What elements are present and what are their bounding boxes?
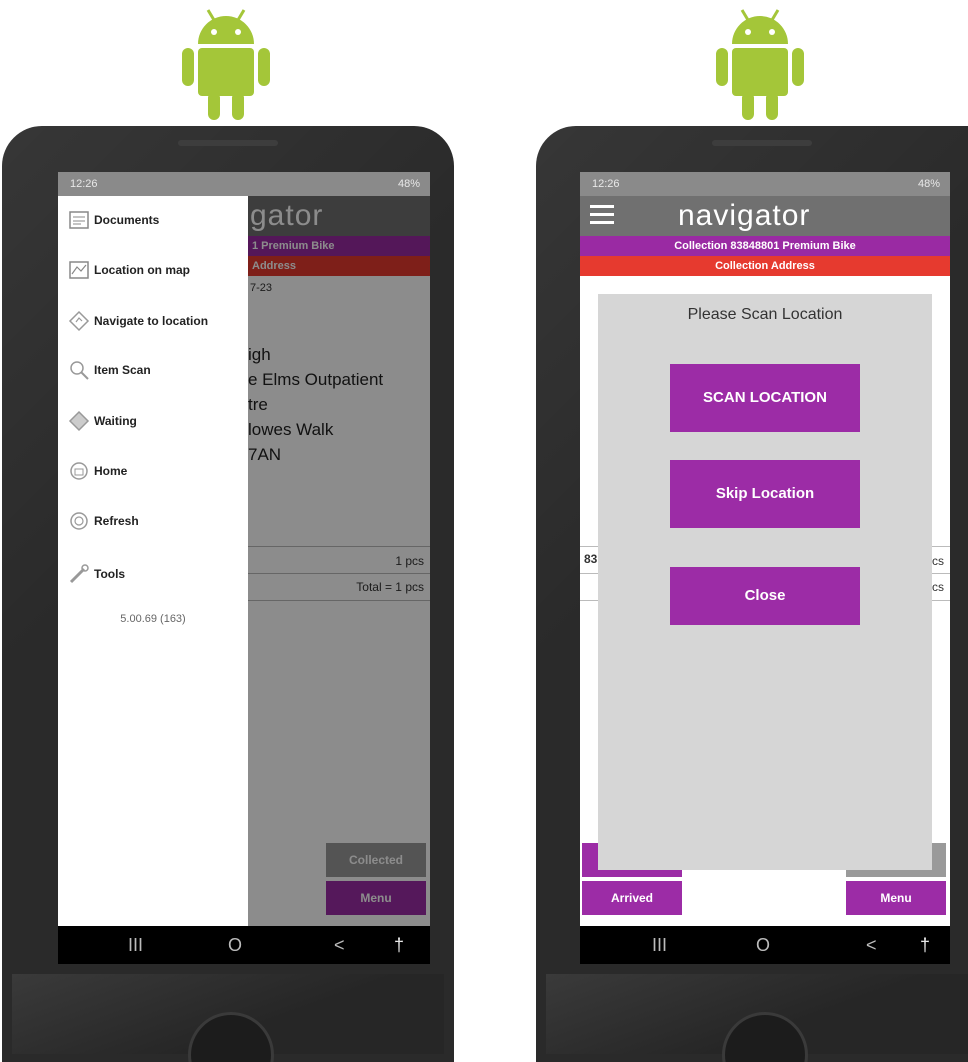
- android-logo-left-icon: [176, 4, 276, 124]
- refresh-icon: [68, 510, 90, 532]
- home-nav-icon[interactable]: O: [756, 926, 770, 964]
- total-qty-fragment: cs: [932, 580, 944, 594]
- collection-bar: Collection 83848801 Premium Bike: [580, 236, 950, 256]
- drawer-label: Documents: [94, 213, 160, 227]
- home-icon: [68, 460, 90, 482]
- status-bar: 12:26 48%: [580, 172, 950, 196]
- status-time: 12:26: [70, 178, 98, 190]
- drawer-label: Home: [94, 464, 128, 478]
- map-icon: [68, 259, 90, 281]
- home-nav-icon[interactable]: O: [228, 926, 242, 964]
- accessibility-icon[interactable]: †: [920, 926, 930, 964]
- navigation-drawer: Documents Location on map Navigate to lo…: [58, 196, 248, 926]
- skip-location-button[interactable]: Skip Location: [670, 460, 860, 528]
- right-phone: 12:26 48% navigator Collection 83848801 …: [536, 126, 968, 1062]
- tools-icon: [68, 563, 90, 585]
- scan-location-button[interactable]: SCAN LOCATION: [670, 364, 860, 432]
- item-row-fragment: 83: [584, 552, 598, 566]
- accessibility-icon[interactable]: †: [394, 926, 404, 964]
- system-nav-bar: III O < †: [58, 926, 430, 964]
- address-bar: Collection Address: [580, 256, 950, 276]
- android-logo-right-icon: [710, 4, 810, 124]
- dialog-title: Please Scan Location: [687, 306, 843, 323]
- right-screen: 12:26 48% navigator Collection 83848801 …: [580, 172, 950, 964]
- left-phone: 12:26 48% gator 1 Premium Bike Address 7…: [2, 126, 454, 1062]
- documents-icon: [68, 209, 90, 231]
- speaker-grille: [712, 140, 812, 146]
- speaker-grille: [178, 140, 278, 146]
- waiting-icon: [68, 410, 90, 432]
- drawer-label: Waiting: [94, 414, 137, 428]
- scan-location-dialog: Please Scan Location SCAN LOCATION Skip …: [598, 294, 932, 870]
- app-logo: navigator: [678, 199, 811, 232]
- drawer-label: Refresh: [94, 514, 139, 528]
- drawer-item-documents[interactable]: Documents: [68, 206, 159, 234]
- drawer-label: Item Scan: [94, 363, 151, 377]
- left-screen: 12:26 48% gator 1 Premium Bike Address 7…: [58, 172, 430, 964]
- app-version: 5.00.69 (163): [120, 613, 186, 625]
- item-qty-fragment: cs: [932, 554, 944, 568]
- drawer-item-navigate-to-location[interactable]: Navigate to location: [68, 307, 208, 335]
- battery-level: 48%: [397, 178, 420, 190]
- recents-icon[interactable]: III: [128, 926, 143, 964]
- drawer-item-location-on-map[interactable]: Location on map: [68, 256, 190, 284]
- drawer-label: Navigate to location: [94, 314, 209, 328]
- system-nav-bar: III O < †: [580, 926, 950, 964]
- navigate-icon: [68, 310, 90, 332]
- hamburger-menu-icon[interactable]: [590, 205, 614, 225]
- arrived-button[interactable]: Arrived: [582, 881, 682, 915]
- recents-icon[interactable]: III: [652, 926, 667, 964]
- back-icon[interactable]: <: [334, 926, 345, 964]
- drawer-item-refresh[interactable]: Refresh: [68, 507, 139, 535]
- close-button[interactable]: Close: [670, 567, 860, 625]
- drawer-label: Tools: [94, 567, 126, 581]
- drawer-item-waiting[interactable]: Waiting: [68, 407, 137, 435]
- drawer-label: Location on map: [94, 263, 190, 277]
- drawer-item-item-scan[interactable]: Item Scan: [68, 356, 151, 384]
- back-icon[interactable]: <: [866, 926, 877, 964]
- status-bar: 12:26 48%: [58, 172, 430, 196]
- menu-button[interactable]: Menu: [846, 881, 946, 915]
- status-time: 12:26: [592, 178, 620, 190]
- battery-level: 48%: [917, 178, 940, 190]
- app-header: navigator: [580, 196, 950, 236]
- search-icon: [68, 359, 90, 381]
- drawer-item-tools[interactable]: Tools: [68, 560, 125, 588]
- drawer-item-home[interactable]: Home: [68, 457, 127, 485]
